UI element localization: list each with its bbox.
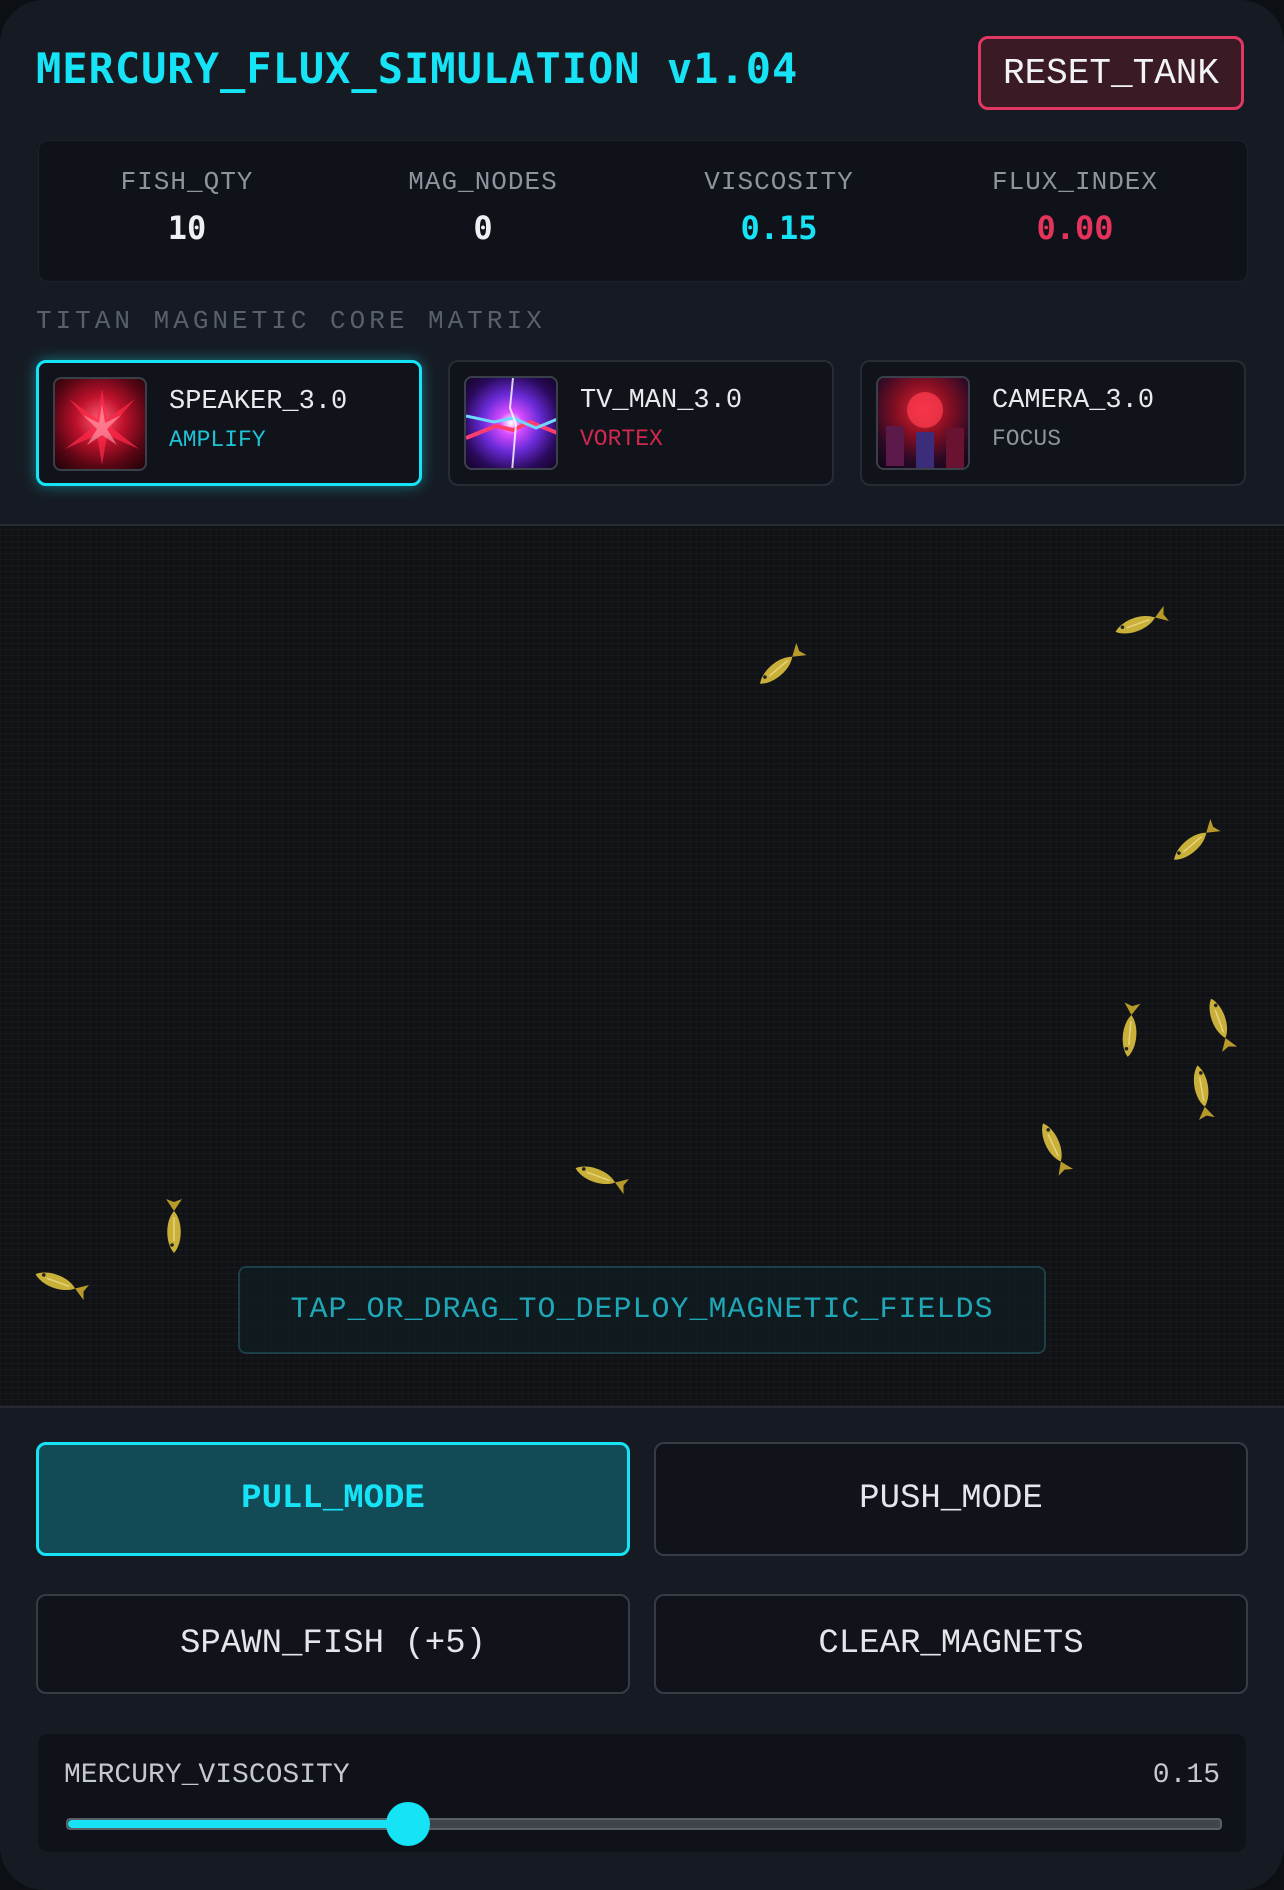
tv-man-thumbnail-image xyxy=(464,376,558,470)
spawn-fish-button[interactable]: SPAWN_FISH (+5) xyxy=(36,1594,630,1694)
stat-label: FLUX_INDEX xyxy=(991,167,1159,197)
core-name: TV_MAN_3.0 xyxy=(580,386,743,416)
reset-tank-button[interactable]: RESET_TANK xyxy=(978,36,1244,110)
fish-icon xyxy=(1188,1063,1216,1121)
push-mode-button[interactable]: PUSH_MODE xyxy=(654,1442,1248,1556)
fish-icon xyxy=(1035,1119,1074,1177)
viscosity-slider-panel: MERCURY_VISCOSITY 0.15 xyxy=(38,1734,1246,1852)
core-card-tv-man[interactable]: TV_MAN_3.0 VORTEX xyxy=(448,360,834,486)
stats-panel: FISH_QTY 10 MAG_NODES 0 VISCOSITY 0.15 F… xyxy=(38,140,1248,282)
stat-value: 10 xyxy=(167,209,207,247)
stat-label: MAG_NODES xyxy=(408,167,558,197)
viscosity-slider-fill xyxy=(68,1820,408,1828)
fish-icon xyxy=(1202,995,1238,1053)
stat-value: 0 xyxy=(473,209,493,247)
fish-icon xyxy=(32,1265,90,1301)
fish-icon xyxy=(1168,818,1222,867)
stat-value: 0.00 xyxy=(1036,209,1114,247)
core-mode: AMPLIFY xyxy=(169,427,266,453)
slider-value: 0.15 xyxy=(1152,1760,1220,1791)
core-name: SPEAKER_3.0 xyxy=(169,387,348,417)
app-title: MERCURY_FLUX_SIMULATION v1.04 xyxy=(36,44,799,93)
camera-thumbnail-image xyxy=(876,376,970,470)
app-window: MERCURY_FLUX_SIMULATION v1.04 RESET_TANK… xyxy=(0,0,1284,1890)
pull-mode-button[interactable]: PULL_MODE xyxy=(36,1442,630,1556)
fish-icon xyxy=(572,1159,630,1195)
section-label: TITAN MAGNETIC CORE MATRIX xyxy=(36,306,546,336)
clear-magnets-button[interactable]: CLEAR_MAGNETS xyxy=(654,1594,1248,1694)
fish-icon xyxy=(1112,605,1170,641)
core-mode: FOCUS xyxy=(992,426,1062,452)
viscosity-slider-track[interactable] xyxy=(66,1802,1222,1846)
speaker-thumbnail-image xyxy=(53,377,147,471)
viscosity-slider-handle[interactable] xyxy=(385,1802,430,1846)
deploy-hint: TAP_OR_DRAG_TO_DEPLOY_MAGNETIC_FIELDS xyxy=(238,1266,1046,1354)
stat-value: 0.15 xyxy=(740,209,818,247)
stat-label: FISH_QTY xyxy=(120,167,254,197)
core-mode: VORTEX xyxy=(580,426,663,452)
core-card-camera[interactable]: CAMERA_3.0 FOCUS xyxy=(860,360,1246,486)
slider-label: MERCURY_VISCOSITY xyxy=(64,1760,350,1791)
stat-label: VISCOSITY xyxy=(704,167,854,197)
fish-icon xyxy=(754,642,808,691)
core-card-speaker[interactable]: SPEAKER_3.0 AMPLIFY xyxy=(36,360,422,486)
core-name: CAMERA_3.0 xyxy=(992,386,1155,416)
fish-icon xyxy=(1119,1001,1142,1059)
fish-icon xyxy=(165,1198,183,1254)
